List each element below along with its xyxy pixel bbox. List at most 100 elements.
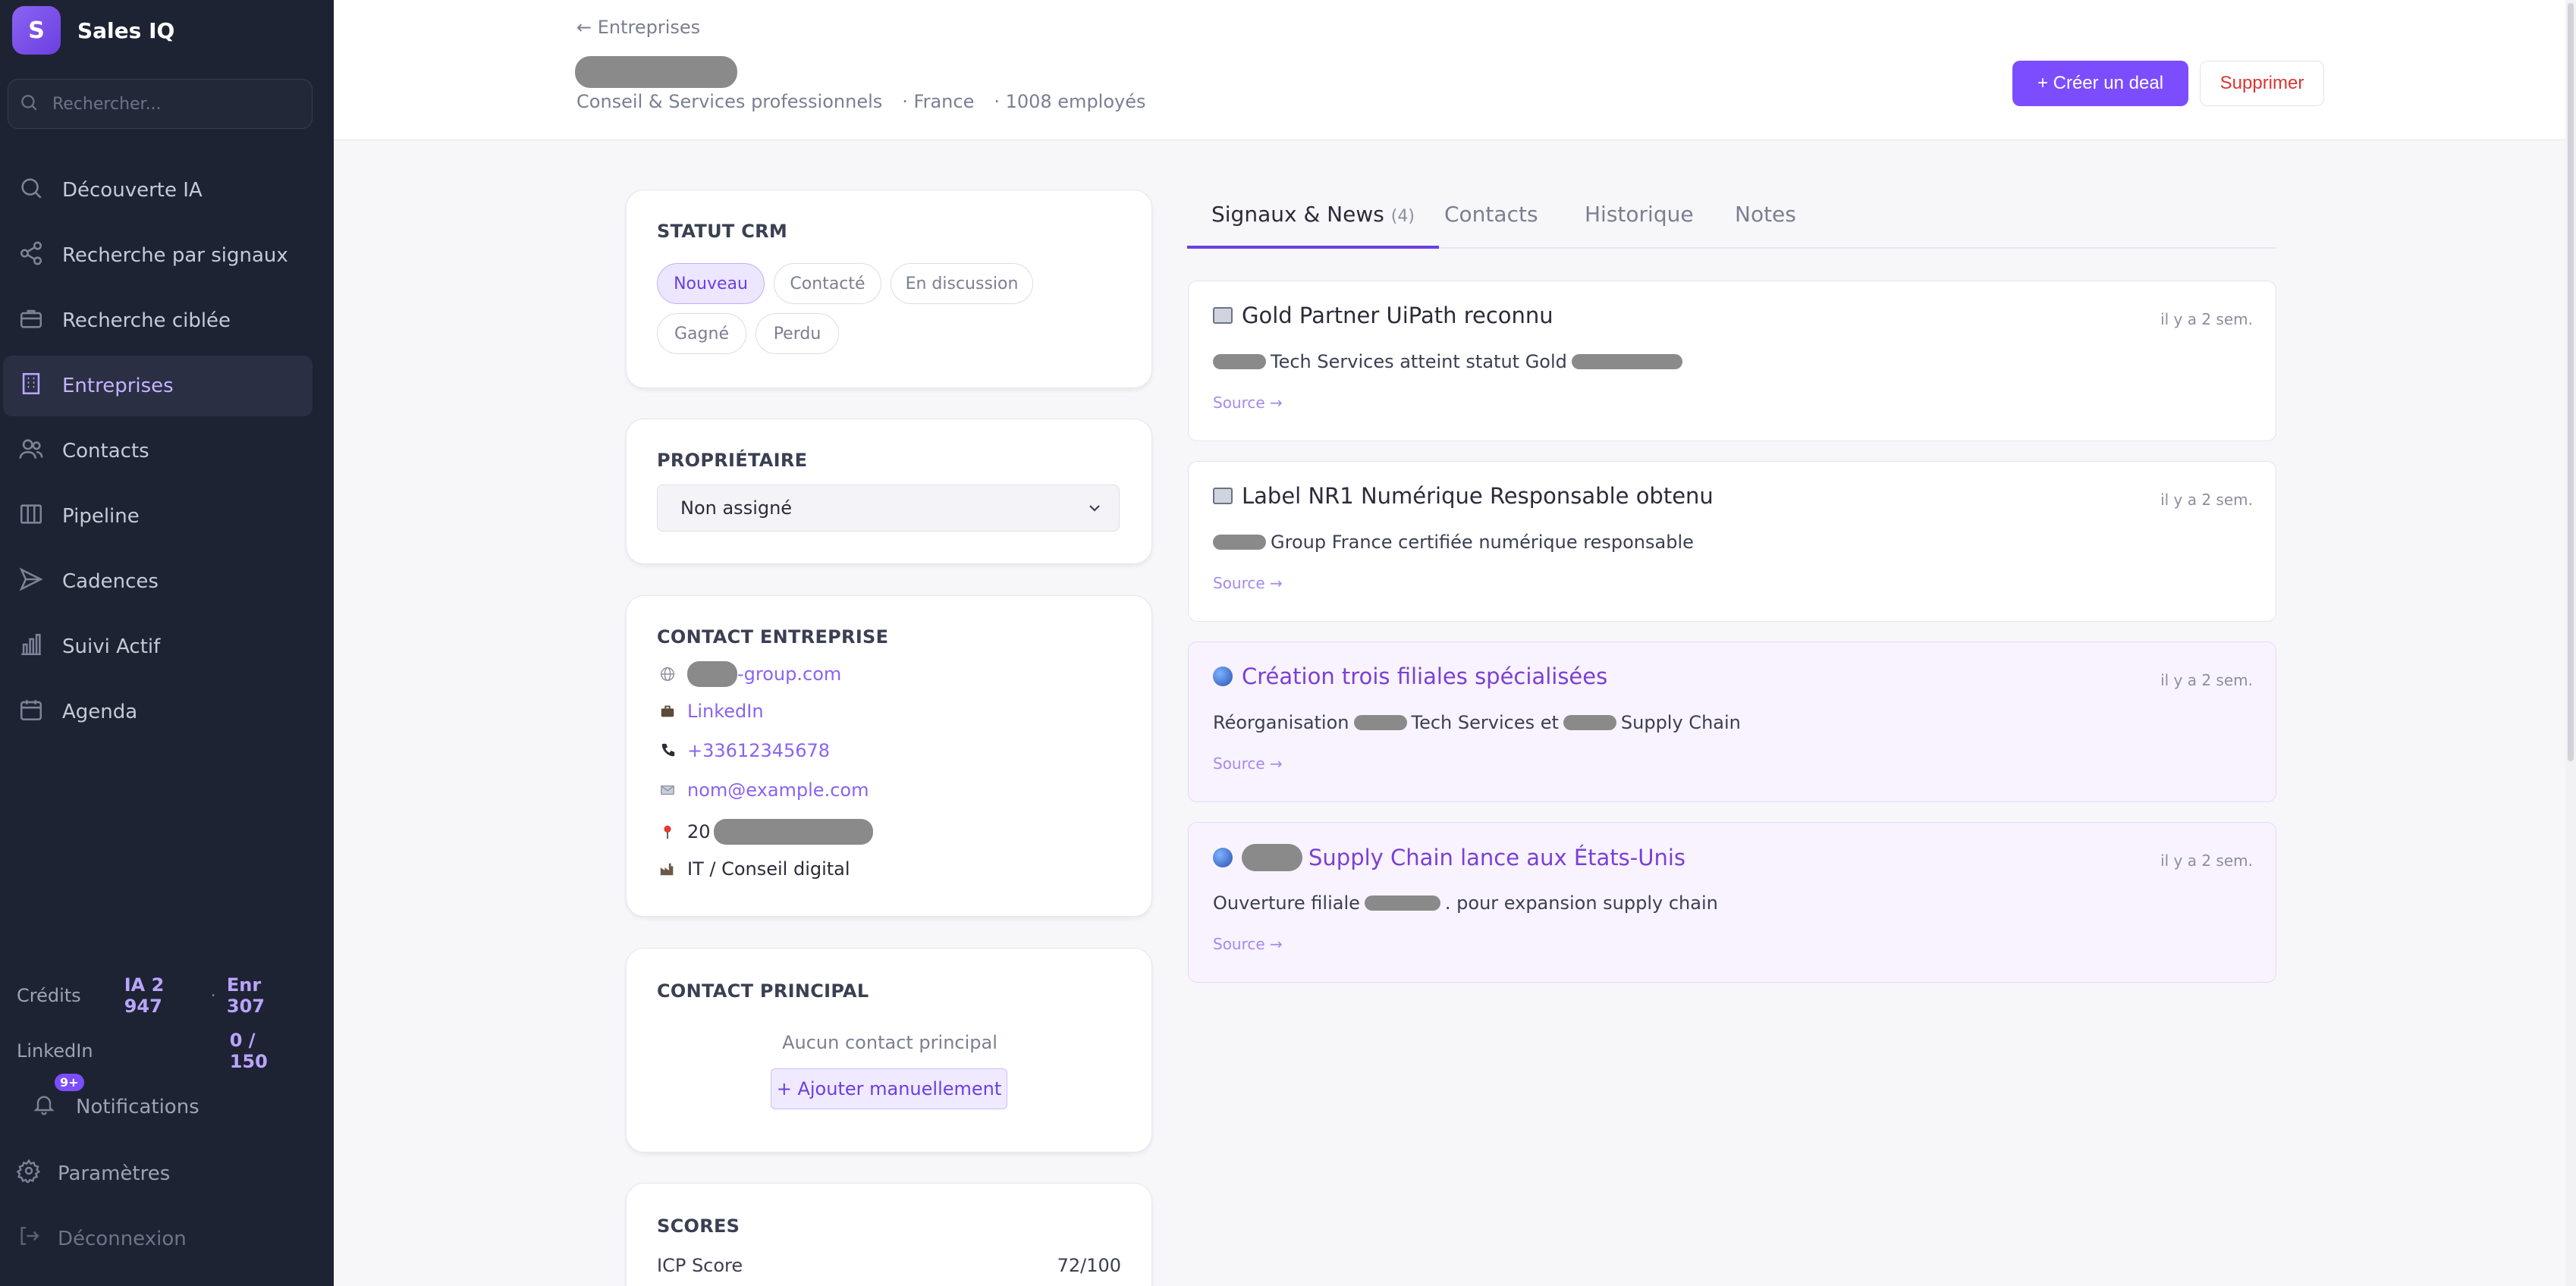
nav-suivi-actif[interactable]: Suivi Actif: [3, 616, 313, 677]
linkedin-quota-label: LinkedIn: [17, 1040, 93, 1062]
scrollbar-thumb[interactable]: [2568, 3, 2574, 761]
status-chip-en-discussion[interactable]: En discussion: [891, 263, 1033, 304]
news-date: il y a 2 sem.: [2160, 852, 2253, 870]
nav-label: Suivi Actif: [62, 635, 161, 658]
status-chip-nouveau[interactable]: Nouveau: [657, 263, 765, 304]
email-icon: [657, 779, 678, 801]
main-contact-title: CONTACT PRINCIPAL: [657, 980, 869, 1002]
nav-recherche-signaux[interactable]: Recherche par signaux: [3, 225, 313, 286]
nav-pipeline[interactable]: Pipeline: [3, 486, 313, 547]
settings-link[interactable]: Paramètres: [16, 1159, 170, 1188]
news-date: il y a 2 sem.: [2160, 310, 2253, 328]
icp-score-value: 72/100: [1057, 1255, 1121, 1276]
news-card[interactable]: Création trois filiales spécialisées il …: [1188, 641, 2276, 802]
tab-count: (4): [1390, 207, 1415, 226]
nav-decouverte-ia[interactable]: Découverte IA: [3, 160, 313, 221]
address-line: 20: [657, 819, 873, 845]
status-chip-gagne[interactable]: Gagné: [657, 313, 746, 354]
owner-title: PROPRIÉTAIRE: [657, 450, 808, 471]
phone-link[interactable]: +33612345678: [687, 740, 830, 761]
company-contact-card: CONTACT ENTREPRISE -group.com LinkedIn +…: [626, 595, 1152, 917]
news-desc-text: Tech Services atteint statut Gold: [1271, 351, 1567, 372]
status-chip-perdu[interactable]: Perdu: [756, 313, 839, 354]
news-source-link[interactable]: Source →: [1213, 935, 1283, 953]
icp-score-label: ICP Score: [657, 1255, 743, 1276]
tab-signaux-news[interactable]: Signaux & News (4): [1187, 202, 1439, 249]
nav-agenda[interactable]: Agenda: [3, 682, 313, 742]
news-source-link[interactable]: Source →: [1213, 574, 1283, 592]
search-icon: [19, 93, 39, 115]
main-contact-empty: Aucun contact principal: [782, 1032, 997, 1053]
nav-label: Contacts: [62, 440, 149, 463]
tab-label: Signaux & News: [1211, 202, 1384, 227]
news-source-link[interactable]: Source →: [1213, 754, 1283, 773]
redacted-text: [1213, 535, 1266, 550]
news-desc-text: Supply Chain: [1620, 712, 1741, 733]
tab-historique[interactable]: Historique: [1585, 202, 1694, 249]
delete-button[interactable]: Supprimer: [2200, 61, 2324, 106]
industry-value: IT / Conseil digital: [687, 858, 850, 880]
news-description: Group France certifiée numérique respons…: [1213, 532, 1694, 553]
tab-contacts[interactable]: Contacts: [1444, 202, 1538, 249]
news-card[interactable]: Gold Partner UiPath reconnu il y a 2 sem…: [1188, 281, 2276, 441]
globe-icon: [1213, 667, 1233, 686]
create-deal-button[interactable]: + Créer un deal: [2012, 61, 2188, 106]
page-header: ← Entreprises Conseil & Services profess…: [334, 0, 2576, 140]
main-contact-card: CONTACT PRINCIPAL Aucun contact principa…: [626, 948, 1152, 1153]
industry-line: IT / Conseil digital: [657, 858, 850, 880]
notifications-button[interactable]: 9+ Notifications: [32, 1074, 199, 1121]
nav-recherche-ciblee[interactable]: Recherche ciblée: [3, 290, 313, 351]
linkedin-line: LinkedIn: [657, 701, 764, 722]
news-desc-text: Tech Services et: [1411, 712, 1559, 733]
news-title-row: Gold Partner UiPath reconnu: [1213, 303, 1553, 328]
status-chip-contacte[interactable]: Contacté: [774, 263, 881, 304]
phone-icon: [657, 740, 678, 761]
bar-chart-icon: [18, 632, 44, 663]
search-input[interactable]: [52, 94, 295, 114]
back-link[interactable]: ← Entreprises: [576, 17, 700, 38]
newspaper-icon: [1213, 307, 1233, 324]
factory-icon: [657, 858, 678, 880]
news-desc-text: . pour expansion supply chain: [1444, 892, 1718, 914]
globe-icon: [657, 663, 678, 685]
linkedin-quota-row: LinkedIn 0 / 150: [17, 1030, 297, 1072]
brand[interactable]: S Sales IQ: [12, 6, 174, 55]
owner-card: PROPRIÉTAIRE Non assigné: [626, 419, 1152, 564]
crm-status-card: STATUT CRM Nouveau Contacté En discussio…: [626, 190, 1152, 388]
scrollbar[interactable]: [2565, 0, 2576, 1286]
pin-icon: [657, 821, 678, 842]
nav-label: Recherche ciblée: [62, 309, 231, 332]
nav-entreprises[interactable]: Entreprises: [3, 356, 313, 416]
add-contact-button[interactable]: + Ajouter manuellement: [771, 1068, 1007, 1109]
news-card[interactable]: Label NR1 Numérique Responsable obtenu i…: [1188, 461, 2276, 622]
company-meta: Conseil & Services professionnels · Fran…: [576, 91, 1146, 112]
tab-notes[interactable]: Notes: [1735, 202, 1796, 249]
logout-link[interactable]: Déconnexion: [17, 1224, 187, 1253]
email-line: nom@example.com: [657, 779, 869, 801]
email-link[interactable]: nom@example.com: [687, 779, 869, 801]
nav-cadences[interactable]: Cadences: [3, 551, 313, 612]
nav-label: Cadences: [62, 570, 159, 593]
detail-tabs: Signaux & News (4) Contacts Historique N…: [1187, 191, 2276, 249]
redacted-text: [1242, 844, 1302, 871]
nav-label: Pipeline: [62, 505, 140, 528]
newspaper-icon: [1213, 488, 1233, 504]
notifications-label: Notifications: [76, 1095, 199, 1118]
share-icon: [18, 240, 44, 271]
sidebar: S Sales IQ Découverte IA Recherche par s…: [0, 0, 334, 1286]
nav-contacts[interactable]: Contacts: [3, 421, 313, 481]
news-desc-text: Ouverture filiale: [1213, 892, 1360, 914]
redacted-text: [1213, 354, 1266, 369]
linkedin-link[interactable]: LinkedIn: [687, 701, 764, 722]
news-source-link[interactable]: Source →: [1213, 394, 1283, 412]
credits-row: Crédits IA 2 947 · Enr 307: [17, 974, 297, 1017]
news-desc-text: Group France certifiée numérique respons…: [1271, 532, 1694, 553]
address-redacted: [713, 819, 873, 845]
website-link[interactable]: -group.com: [737, 663, 841, 685]
news-card[interactable]: Supply Chain lance aux États-Unis il y a…: [1188, 822, 2276, 983]
briefcase-icon: [657, 701, 678, 722]
owner-select[interactable]: Non assigné: [657, 485, 1120, 532]
logout-icon: [17, 1224, 41, 1253]
redacted-text: [1364, 895, 1440, 911]
company-country: · France: [902, 91, 975, 112]
